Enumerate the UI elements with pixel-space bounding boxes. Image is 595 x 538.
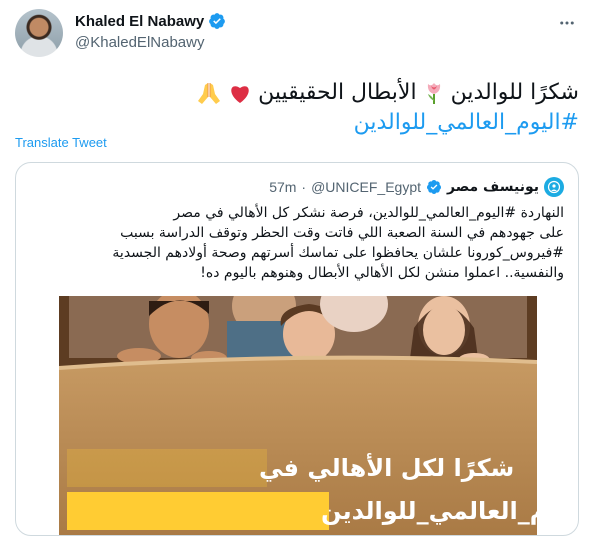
author-avatar[interactable] [15,9,63,57]
unicef-avatar[interactable] [544,177,564,197]
quoted-text-line: #فيروس_كورونا علشان يحافظوا على تماسك أس… [112,245,564,261]
quoted-handle[interactable]: @UNICEF_Egypt [311,179,421,195]
more-options-icon[interactable] [555,11,579,35]
quoted-display-name[interactable]: يونيسف مصر [447,179,539,195]
quoted-verified-badge-icon [427,180,442,194]
quoted-text-line: على جهودهم في السنة الصعبة اللي فاتت وقت… [120,225,564,241]
quoted-text-line: والنفسية.. اعملوا منشن لكل الأهالي الأبط… [200,265,564,281]
separator-dot: · [301,179,307,195]
quoted-timestamp[interactable]: 57m [269,179,296,195]
verified-badge-icon [209,13,226,29]
author-display-name[interactable]: Khaled El Nabawy [75,13,204,30]
tweet-hashtag-link[interactable]: #اليوم_العالمي_للوالدين [354,108,579,138]
translate-tweet-link[interactable]: Translate Tweet [15,135,107,150]
tweet-text: شكرًا للوالدين الأبطال الحقيقيين #اليوم_… [19,78,579,138]
tweet-text-part1: شكرًا للوالدين [450,80,579,105]
folded-hands-icon [196,81,222,105]
image-caption-line1: شكرًا لكل الأهالي في [259,453,514,482]
heart-icon [228,82,252,104]
quoted-text-line: النهاردة #اليوم_العالمي_للوالدين، فرصة ن… [173,205,564,221]
quoted-tweet-header: يونيسف مصر @UNICEF_Egypt · 57m [269,177,564,197]
tweet-text-part2: الأبطال الحقيقيين [258,80,417,105]
quoted-tweet-image[interactable]: شكرًا لكل الأهالي في #اليوم_العالمي_للوا… [59,296,537,535]
image-caption-line2: #اليوم_العالمي_للوالدين [321,497,537,525]
tulip-icon [423,81,445,105]
quoted-tweet-card[interactable]: يونيسف مصر @UNICEF_Egypt · 57m النهاردة … [15,162,579,536]
author-handle[interactable]: @KhaledElNabawy [75,34,204,51]
family-photo-illustration: شكرًا لكل الأهالي في #اليوم_العالمي_للوا… [59,296,537,535]
author-name-row[interactable]: Khaled El Nabawy [75,12,226,30]
quoted-tweet-text: النهاردة #اليوم_العالمي_للوالدين، فرصة ن… [28,203,564,283]
